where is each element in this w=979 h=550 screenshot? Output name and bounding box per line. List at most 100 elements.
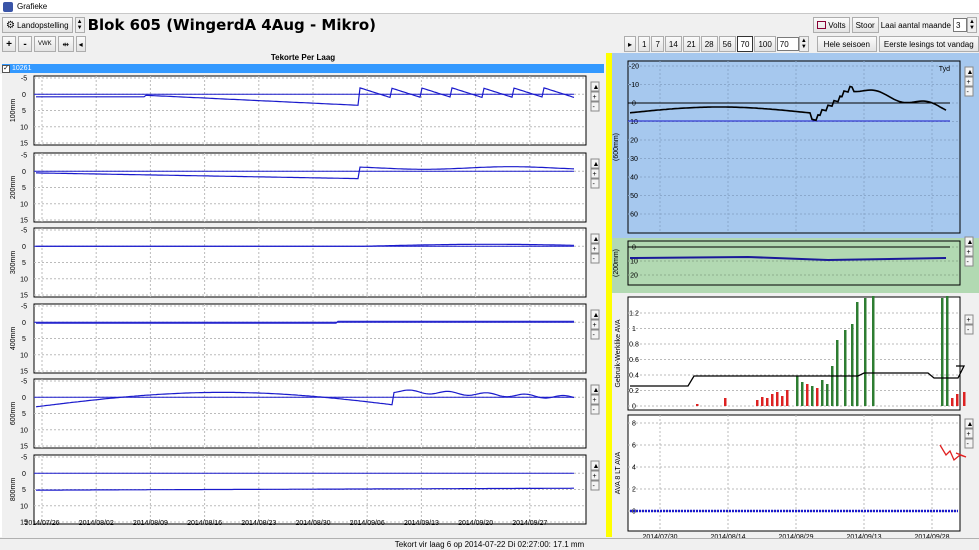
ytick-label: 6 (632, 443, 636, 450)
layer-label: 10261 (12, 65, 32, 72)
ytick-label: 0 (22, 169, 26, 176)
period-toolbar: ▸ 1 7 14 21 28 56 70 100 70 ▲ ▼ Hele seisoen Eer… (624, 35, 979, 53)
bar (856, 302, 859, 406)
bar (756, 400, 759, 406)
zoom-out-button[interactable]: - (18, 36, 32, 52)
plus-minus-controls[interactable]: ▲+- (590, 309, 600, 340)
plus-minus-controls[interactable]: ▲+- (964, 66, 974, 97)
bar (831, 366, 834, 406)
plus-minus-controls[interactable]: ▲+- (590, 460, 600, 491)
ytick-label: -20 (629, 64, 639, 71)
xtick-label: 2014/08/16 (187, 520, 222, 527)
vwk-button[interactable]: VWK (34, 36, 56, 52)
period-button[interactable]: 70 (736, 36, 754, 52)
ytick-label: 10 (20, 352, 28, 359)
period-buttons: 1 7 14 21 28 56 70 100 (638, 36, 777, 52)
button-glyph: ▲ (593, 312, 600, 319)
bar (956, 394, 959, 406)
xtick-label: 2014/09/06 (350, 520, 385, 527)
ytick-label: 15 (20, 218, 28, 225)
bar (844, 330, 847, 406)
layer-checkbox[interactable]: ✓ (2, 64, 10, 73)
ytick-label: 15 (20, 293, 28, 300)
button-glyph: ▲ (593, 387, 600, 394)
hele-seisoen-button[interactable]: Hele seisoen (816, 36, 877, 52)
ytick-label: 0 (22, 92, 26, 99)
bar (796, 376, 799, 406)
button-glyph: + (593, 246, 597, 253)
ytick-label: 0 (22, 471, 26, 478)
ytick-label: 5 (22, 108, 26, 115)
ytick-label: 0 (22, 395, 26, 402)
period-button[interactable]: 14 (664, 36, 682, 52)
layer-panel: -5051015800mm (10, 454, 587, 527)
ytick-label: 1.2 (629, 311, 639, 318)
bar (801, 382, 804, 406)
chevron-left-icon[interactable]: ◂ (75, 36, 86, 52)
ytick-label: 10 (20, 503, 28, 510)
button-glyph: + (967, 79, 971, 86)
laai-months-input[interactable]: 3 (953, 18, 967, 32)
period-button[interactable]: 56 (718, 36, 736, 52)
ytick-label: 10 (630, 119, 638, 126)
plus-minus-controls[interactable]: ▲+- (964, 418, 974, 449)
plus-minus-controls[interactable]: ▲+- (590, 81, 600, 112)
xtick-label: 2014/08/02 (79, 520, 114, 527)
laai-spinner[interactable]: ▲ ▼ (967, 17, 977, 33)
stoor-button[interactable]: Stoor (851, 17, 879, 33)
ytick-label: 8 (632, 421, 636, 428)
ytick-label: 4 (632, 465, 636, 472)
panel-axis-label: 100mm (10, 99, 17, 123)
fit-icon[interactable]: ⇹ (57, 36, 74, 52)
period-button[interactable]: 1 (638, 36, 651, 52)
main-toolbar: ⚙ Landopstelling ▲ ▼ Blok 605 (WingerdA 4… (0, 15, 979, 35)
ytick-label: 15 (20, 369, 28, 376)
plus-minus-controls[interactable]: ▲+- (590, 384, 600, 415)
eerste-lesings-button[interactable]: Eerste lesings tot vandag (878, 36, 979, 52)
bar (806, 384, 809, 406)
volts-button[interactable]: Volts (813, 17, 850, 33)
ytick-label: 5 (22, 411, 26, 418)
layer-selector[interactable]: ✓ 10261 (2, 64, 604, 73)
landopstelling-button[interactable]: ⚙ Landopstelling (2, 17, 73, 33)
button-glyph: + (593, 322, 597, 329)
ytick-label: 10 (20, 201, 28, 208)
plus-minus-controls[interactable]: ▲+- (590, 158, 600, 189)
period-button[interactable]: 7 (651, 36, 664, 52)
ytick-label: 5 (22, 260, 26, 267)
bar (864, 298, 867, 406)
button-glyph: ▲ (967, 239, 974, 246)
period-button[interactable]: 100 (754, 36, 776, 52)
ytick-label: 5 (22, 185, 26, 192)
block-spinner[interactable]: ▲ ▼ (74, 17, 85, 33)
period-button[interactable]: 21 (682, 36, 700, 52)
ytick-label: 10 (630, 259, 638, 266)
bar (826, 384, 829, 406)
ytick-label: 0.2 (629, 388, 639, 395)
play-icon[interactable]: ▸ (624, 36, 636, 52)
layer-panel: -5 0 5 10 15 200mm (10, 152, 587, 225)
ytick-label: 0 (22, 244, 26, 251)
ytick-label: 20 (630, 273, 638, 280)
bar (724, 398, 727, 406)
xtick-label: 2014/09/27 (512, 520, 547, 527)
zoom-in-button[interactable]: + (2, 36, 16, 52)
ytick-label: 0.8 (629, 342, 639, 349)
period-button[interactable]: 28 (700, 36, 718, 52)
plus-minus-controls[interactable]: ▲+- (964, 236, 974, 267)
gear-icon: ⚙ (6, 19, 15, 31)
ytick-label: -5 (21, 455, 27, 462)
ytick-label: 40 (630, 175, 638, 182)
ytick-label: -5 (21, 379, 27, 386)
period-spinner[interactable]: ▲ ▼ (798, 36, 809, 52)
bar (771, 394, 774, 406)
ytick-label: -10 (629, 82, 639, 89)
bar (946, 296, 949, 406)
plus-minus-controls[interactable]: ▲+- (590, 233, 600, 264)
landopstelling-label: Landopstelling (16, 20, 69, 30)
bar-panel-axis-label: Gebruik-Werklike AVA (615, 319, 622, 387)
panel-axis-label: 400mm (10, 327, 17, 351)
period-input[interactable]: 70 (776, 37, 799, 51)
top-panel-axis-label: (600mm) (613, 133, 620, 161)
bar (816, 388, 819, 406)
